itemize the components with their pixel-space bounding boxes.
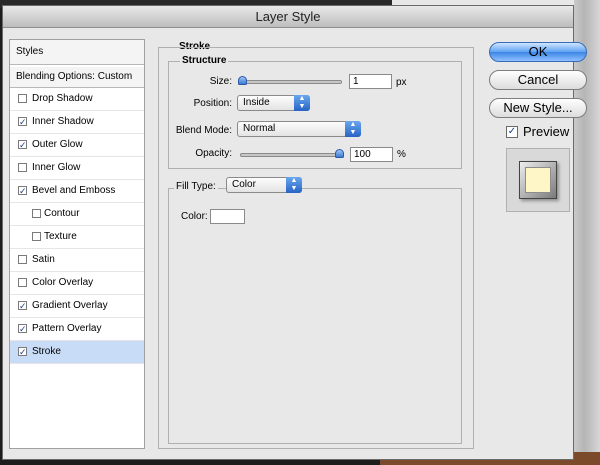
chevron-updown-icon: ▲ ▼ bbox=[294, 95, 310, 111]
style-item-label: Outer Glow bbox=[32, 139, 83, 150]
size-unit: px bbox=[396, 77, 407, 88]
size-slider-track[interactable] bbox=[238, 80, 342, 84]
style-item-label: Inner Shadow bbox=[32, 116, 94, 127]
preview-label: Preview bbox=[523, 124, 570, 139]
fill-type-label: Fill Type: bbox=[174, 181, 218, 192]
fill-type-value: Color bbox=[232, 179, 256, 190]
style-checkbox[interactable] bbox=[18, 278, 27, 287]
style-item-label: Gradient Overlay bbox=[32, 300, 108, 311]
opacity-input[interactable]: 100 bbox=[350, 147, 393, 162]
color-label: Color: bbox=[181, 211, 208, 222]
style-items: Drop Shadow ✓ Inner Shadow ✓ Outer Glow Inner… bbox=[10, 88, 144, 364]
style-item-stroke[interactable]: ✓ Stroke bbox=[10, 341, 144, 364]
dialog-title: Layer Style bbox=[3, 6, 573, 28]
cancel-button[interactable]: Cancel bbox=[489, 70, 587, 90]
fill-type-select[interactable]: Color ▲ ▼ bbox=[226, 177, 302, 193]
structure-group-title: Structure bbox=[180, 55, 229, 66]
preview-bevel-square bbox=[519, 161, 557, 199]
preview-checkbox[interactable]: ✓ bbox=[506, 126, 518, 138]
style-item-label: Stroke bbox=[32, 346, 61, 357]
style-preview-thumbnail bbox=[506, 148, 570, 212]
opacity-unit: % bbox=[397, 149, 406, 160]
style-item-label: Color Overlay bbox=[32, 277, 94, 288]
opacity-slider-thumb[interactable] bbox=[335, 149, 344, 158]
position-value: Inside bbox=[243, 97, 270, 108]
size-input[interactable]: 1 bbox=[349, 74, 392, 89]
style-item-bevel-and-emboss[interactable]: ✓ Bevel and Emboss bbox=[10, 180, 144, 203]
fill-group bbox=[168, 188, 462, 444]
chevron-updown-icon: ▲ ▼ bbox=[286, 177, 302, 193]
opacity-label: Opacity: bbox=[195, 148, 232, 159]
blend-mode-label: Blend Mode: bbox=[175, 125, 232, 136]
styles-list: Styles Blending Options: Custom Drop Sha… bbox=[9, 39, 145, 449]
style-item-label: Bevel and Emboss bbox=[32, 185, 116, 196]
size-slider-thumb[interactable] bbox=[238, 76, 247, 85]
style-item-gradient-overlay[interactable]: ✓ Gradient Overlay bbox=[10, 295, 144, 318]
style-checkbox[interactable] bbox=[32, 232, 41, 241]
styles-header[interactable]: Styles bbox=[10, 40, 144, 65]
opacity-slider-track[interactable] bbox=[240, 153, 344, 157]
style-item-contour[interactable]: Contour bbox=[10, 203, 144, 226]
blend-mode-select[interactable]: Normal ▲ ▼ bbox=[237, 121, 361, 137]
style-item-label: Satin bbox=[32, 254, 55, 265]
style-item-drop-shadow[interactable]: Drop Shadow bbox=[10, 88, 144, 111]
style-item-pattern-overlay[interactable]: ✓ Pattern Overlay bbox=[10, 318, 144, 341]
color-swatch[interactable] bbox=[210, 209, 245, 224]
preview-fill bbox=[525, 167, 551, 193]
blend-mode-value: Normal bbox=[243, 123, 276, 134]
position-select[interactable]: Inside ▲ ▼ bbox=[237, 95, 310, 111]
style-item-label: Inner Glow bbox=[32, 162, 81, 173]
style-checkbox[interactable] bbox=[18, 163, 27, 172]
style-item-label: Pattern Overlay bbox=[32, 323, 102, 334]
size-label: Size: bbox=[209, 76, 232, 87]
checkmark-icon[interactable]: ✓ bbox=[18, 301, 27, 311]
checkmark-icon[interactable]: ✓ bbox=[18, 186, 27, 196]
style-item-outer-glow[interactable]: ✓ Outer Glow bbox=[10, 134, 144, 157]
style-checkbox[interactable] bbox=[18, 94, 27, 103]
position-label: Position: bbox=[193, 98, 232, 109]
new-style-button[interactable]: New Style... bbox=[489, 98, 587, 118]
checkmark-icon[interactable]: ✓ bbox=[18, 140, 27, 150]
checkmark-icon[interactable]: ✓ bbox=[18, 347, 27, 357]
style-item-texture[interactable]: Texture bbox=[10, 226, 144, 249]
style-item-inner-shadow[interactable]: ✓ Inner Shadow bbox=[10, 111, 144, 134]
chevron-updown-icon: ▲ ▼ bbox=[345, 121, 361, 137]
style-item-label: Contour bbox=[44, 208, 80, 219]
style-checkbox[interactable] bbox=[32, 209, 41, 218]
checkmark-icon[interactable]: ✓ bbox=[18, 324, 27, 334]
style-checkbox[interactable] bbox=[18, 255, 27, 264]
style-item-satin[interactable]: Satin bbox=[10, 249, 144, 272]
style-item-color-overlay[interactable]: Color Overlay bbox=[10, 272, 144, 295]
style-item-label: Drop Shadow bbox=[32, 93, 93, 104]
ok-button[interactable]: OK bbox=[489, 42, 587, 62]
style-item-inner-glow[interactable]: Inner Glow bbox=[10, 157, 144, 180]
blending-options-item[interactable]: Blending Options: Custom bbox=[10, 67, 144, 88]
checkmark-icon[interactable]: ✓ bbox=[18, 117, 27, 127]
style-item-label: Texture bbox=[44, 231, 77, 242]
